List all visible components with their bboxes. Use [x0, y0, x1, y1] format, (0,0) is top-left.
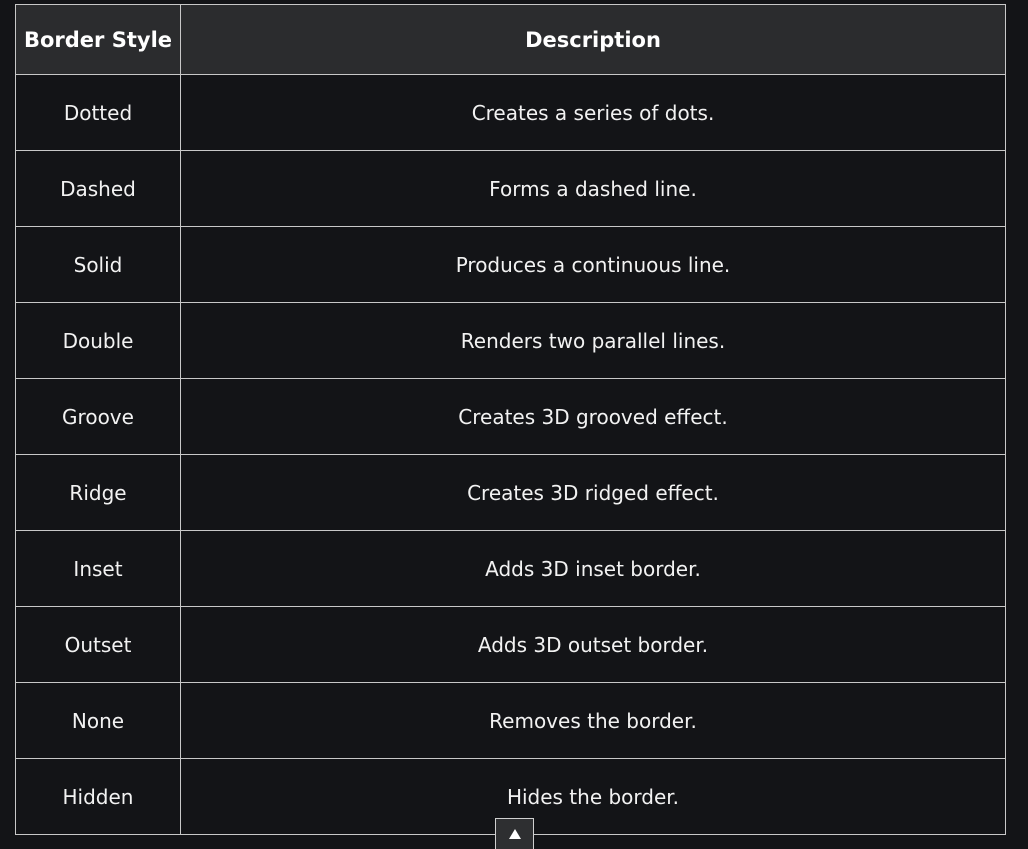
description-cell: Hides the border. [180, 758, 1006, 835]
border-styles-table: Border Style Description Dotted Creates … [15, 4, 1006, 835]
border-style-cell: Ridge [15, 454, 181, 531]
column-header-border-style: Border Style [15, 4, 181, 75]
table-row: Groove Creates 3D grooved effect. [15, 378, 1006, 455]
table-row: None Removes the border. [15, 682, 1006, 759]
scroll-to-top-button[interactable] [495, 818, 534, 849]
page-frame: Border Style Description Dotted Creates … [0, 0, 1028, 849]
border-style-cell: Solid [15, 226, 181, 303]
border-style-cell: Dashed [15, 150, 181, 227]
border-style-cell: None [15, 682, 181, 759]
border-style-cell: Inset [15, 530, 181, 607]
description-cell: Adds 3D outset border. [180, 606, 1006, 683]
description-cell: Forms a dashed line. [180, 150, 1006, 227]
border-style-cell: Dotted [15, 74, 181, 151]
border-style-cell: Hidden [15, 758, 181, 835]
table-row: Double Renders two parallel lines. [15, 302, 1006, 379]
border-style-cell: Double [15, 302, 181, 379]
description-cell: Adds 3D inset border. [180, 530, 1006, 607]
column-header-description: Description [180, 4, 1006, 75]
description-cell: Produces a continuous line. [180, 226, 1006, 303]
table-row: Ridge Creates 3D ridged effect. [15, 454, 1006, 531]
description-cell: Creates a series of dots. [180, 74, 1006, 151]
triangle-up-icon [508, 829, 521, 839]
table-row: Dashed Forms a dashed line. [15, 150, 1006, 227]
table-row: Dotted Creates a series of dots. [15, 74, 1006, 151]
description-cell: Renders two parallel lines. [180, 302, 1006, 379]
table-row: Outset Adds 3D outset border. [15, 606, 1006, 683]
table-row: Solid Produces a continuous line. [15, 226, 1006, 303]
border-style-cell: Groove [15, 378, 181, 455]
border-style-cell: Outset [15, 606, 181, 683]
table-row: Inset Adds 3D inset border. [15, 530, 1006, 607]
description-cell: Creates 3D grooved effect. [180, 378, 1006, 455]
description-cell: Removes the border. [180, 682, 1006, 759]
description-cell: Creates 3D ridged effect. [180, 454, 1006, 531]
table-header-row: Border Style Description [15, 4, 1006, 75]
